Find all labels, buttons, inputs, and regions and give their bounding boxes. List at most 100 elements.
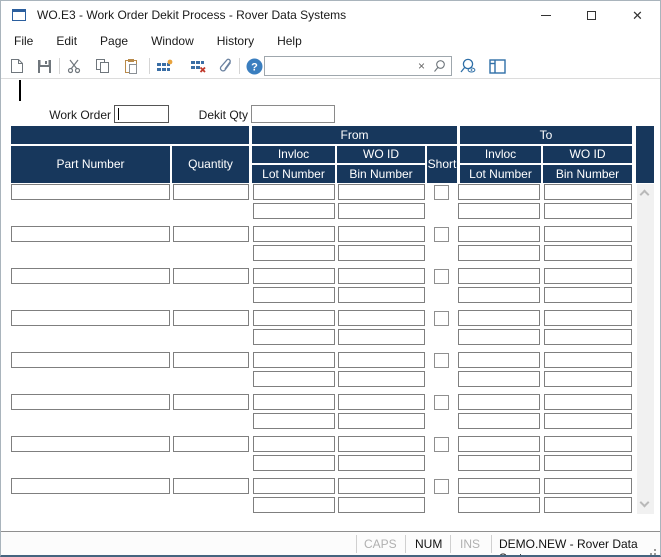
cell-quantity-input[interactable] [173, 268, 249, 284]
cell-from-wo-id-input[interactable] [338, 478, 425, 494]
cell-part-number-input[interactable] [11, 310, 170, 326]
insert-row-icon[interactable] [155, 57, 173, 75]
new-icon[interactable] [8, 57, 26, 75]
cell-from-invloc-input[interactable] [253, 184, 335, 200]
cell-to-bin-number-input[interactable] [544, 245, 632, 261]
maximize-button[interactable] [569, 1, 614, 29]
cell-from-wo-id-input[interactable] [338, 310, 425, 326]
cell-from-bin-number-input[interactable] [338, 455, 425, 471]
cell-part-number-input[interactable] [11, 394, 170, 410]
cell-part-number-input[interactable] [11, 226, 170, 242]
cell-from-invloc-input[interactable] [253, 310, 335, 326]
search-icon[interactable] [433, 59, 446, 73]
cut-icon[interactable] [65, 57, 83, 75]
cell-to-invloc-input[interactable] [458, 436, 540, 452]
cell-from-lot-number-input[interactable] [253, 455, 335, 471]
cell-to-bin-number-input[interactable] [544, 413, 632, 429]
menu-help[interactable]: Help [268, 30, 311, 52]
cell-to-wo-id-input[interactable] [544, 268, 632, 284]
advanced-search-icon[interactable] [459, 57, 477, 75]
cell-to-lot-number-input[interactable] [458, 413, 540, 429]
cell-to-lot-number-input[interactable] [458, 497, 540, 513]
cell-quantity-input[interactable] [173, 352, 249, 368]
paste-icon[interactable] [122, 57, 140, 75]
cell-from-wo-id-input[interactable] [338, 352, 425, 368]
cell-part-number-input[interactable] [11, 436, 170, 452]
short-checkbox[interactable] [434, 311, 449, 326]
short-checkbox[interactable] [434, 479, 449, 494]
search-input[interactable] [268, 58, 413, 74]
scroll-down-icon[interactable] [641, 501, 649, 509]
cell-to-lot-number-input[interactable] [458, 329, 540, 345]
cell-to-bin-number-input[interactable] [544, 497, 632, 513]
short-checkbox[interactable] [434, 437, 449, 452]
cell-from-lot-number-input[interactable] [253, 497, 335, 513]
cell-to-bin-number-input[interactable] [544, 455, 632, 471]
cell-from-lot-number-input[interactable] [253, 203, 335, 219]
short-checkbox[interactable] [434, 395, 449, 410]
cell-from-wo-id-input[interactable] [338, 184, 425, 200]
cell-to-invloc-input[interactable] [458, 352, 540, 368]
cell-to-invloc-input[interactable] [458, 478, 540, 494]
menu-page[interactable]: Page [91, 30, 137, 52]
short-checkbox[interactable] [434, 269, 449, 284]
vertical-scrollbar[interactable] [637, 184, 654, 514]
close-button[interactable]: ✕ [615, 1, 660, 29]
cell-quantity-input[interactable] [173, 310, 249, 326]
cell-from-bin-number-input[interactable] [338, 371, 425, 387]
cell-to-wo-id-input[interactable] [544, 436, 632, 452]
cell-from-bin-number-input[interactable] [338, 203, 425, 219]
cell-from-invloc-input[interactable] [253, 478, 335, 494]
cell-to-lot-number-input[interactable] [458, 245, 540, 261]
cell-to-invloc-input[interactable] [458, 184, 540, 200]
cell-part-number-input[interactable] [11, 184, 170, 200]
cell-from-lot-number-input[interactable] [253, 245, 335, 261]
cell-from-bin-number-input[interactable] [338, 413, 425, 429]
cell-to-wo-id-input[interactable] [544, 478, 632, 494]
attachment-icon[interactable] [217, 57, 235, 75]
short-checkbox[interactable] [434, 353, 449, 368]
menu-window[interactable]: Window [142, 30, 203, 52]
cell-to-lot-number-input[interactable] [458, 371, 540, 387]
cell-to-wo-id-input[interactable] [544, 352, 632, 368]
cell-to-invloc-input[interactable] [458, 310, 540, 326]
cell-quantity-input[interactable] [173, 478, 249, 494]
search-clear-icon[interactable]: × [418, 59, 425, 73]
short-checkbox[interactable] [434, 227, 449, 242]
cell-to-wo-id-input[interactable] [544, 226, 632, 242]
copy-icon[interactable] [93, 57, 111, 75]
cell-to-invloc-input[interactable] [458, 226, 540, 242]
cell-from-bin-number-input[interactable] [338, 287, 425, 303]
cell-to-bin-number-input[interactable] [544, 371, 632, 387]
cell-to-wo-id-input[interactable] [544, 184, 632, 200]
cell-from-invloc-input[interactable] [253, 268, 335, 284]
scroll-up-icon[interactable] [641, 189, 649, 197]
cell-quantity-input[interactable] [173, 184, 249, 200]
cell-part-number-input[interactable] [11, 478, 170, 494]
cell-to-wo-id-input[interactable] [544, 394, 632, 410]
menu-file[interactable]: File [5, 30, 42, 52]
help-icon[interactable]: ? [245, 57, 263, 75]
cell-from-lot-number-input[interactable] [253, 287, 335, 303]
cell-part-number-input[interactable] [11, 268, 170, 284]
cell-to-lot-number-input[interactable] [458, 455, 540, 471]
cell-from-wo-id-input[interactable] [338, 436, 425, 452]
cell-to-bin-number-input[interactable] [544, 203, 632, 219]
cell-from-invloc-input[interactable] [253, 436, 335, 452]
cell-from-wo-id-input[interactable] [338, 268, 425, 284]
cell-from-wo-id-input[interactable] [338, 226, 425, 242]
delete-row-icon[interactable] [189, 57, 207, 75]
cell-from-invloc-input[interactable] [253, 352, 335, 368]
cell-to-invloc-input[interactable] [458, 268, 540, 284]
cell-to-invloc-input[interactable] [458, 394, 540, 410]
cell-to-lot-number-input[interactable] [458, 203, 540, 219]
cell-to-wo-id-input[interactable] [544, 310, 632, 326]
cell-to-bin-number-input[interactable] [544, 329, 632, 345]
save-icon[interactable] [35, 57, 53, 75]
cell-quantity-input[interactable] [173, 436, 249, 452]
resize-grip[interactable] [646, 549, 648, 551]
cell-from-lot-number-input[interactable] [253, 371, 335, 387]
cell-to-bin-number-input[interactable] [544, 287, 632, 303]
cell-from-bin-number-input[interactable] [338, 245, 425, 261]
menu-edit[interactable]: Edit [47, 30, 86, 52]
